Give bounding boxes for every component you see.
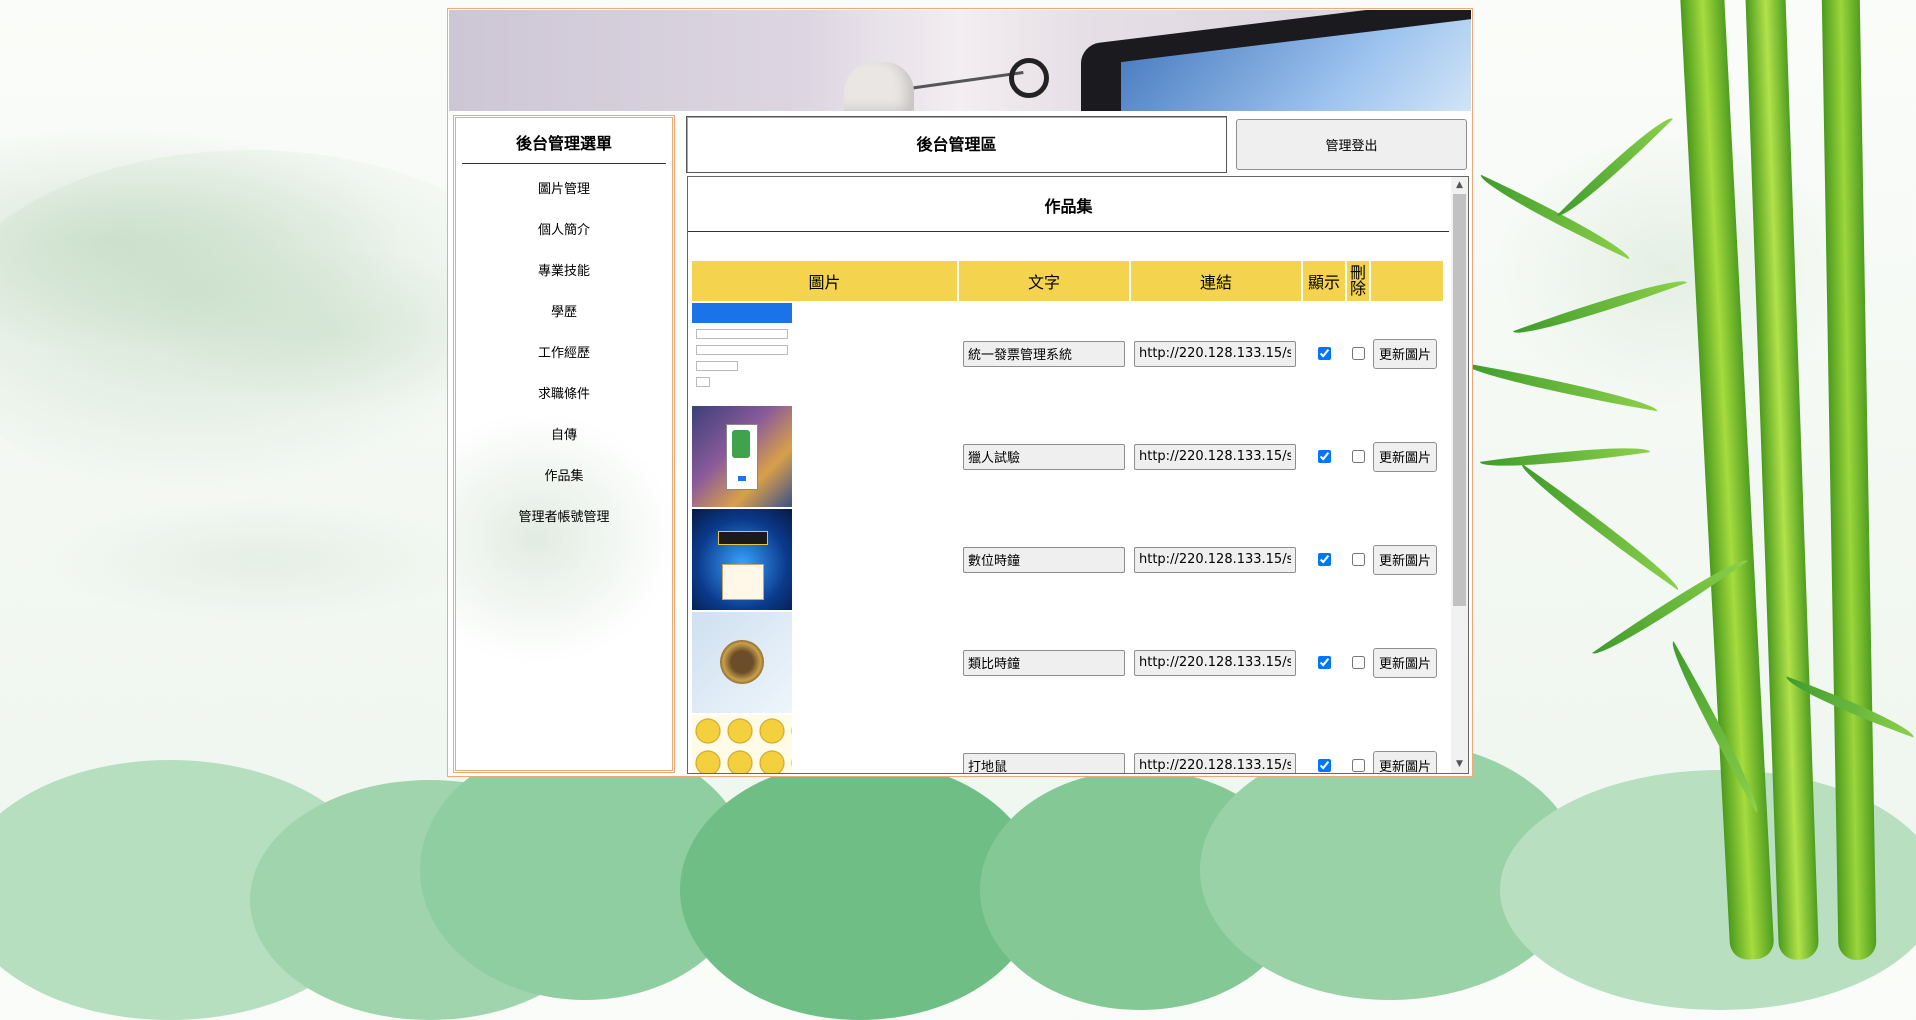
table-row: 更新圖片 [692, 406, 1443, 507]
image-cell [692, 406, 957, 507]
sidebar-item-profile[interactable]: 個人簡介 [456, 210, 672, 251]
column-header-image: 圖片 [692, 261, 957, 301]
text-cell [959, 406, 1129, 507]
image-cell [692, 509, 957, 610]
analog-clock-screenshot-icon [692, 612, 792, 713]
show-cell [1303, 509, 1345, 610]
link-cell [1131, 715, 1301, 773]
work-link-input[interactable] [1134, 752, 1296, 773]
image-cell [692, 303, 957, 404]
sidebar-title: 後台管理選單 [462, 126, 666, 164]
content-panel: 作品集 圖片 文字 連結 顯示 刪除 統一發票管理系統 http://220.1… [687, 176, 1469, 774]
section-title: 作品集 [688, 177, 1449, 232]
sidebar-item-education[interactable]: 學歷 [456, 292, 672, 333]
column-header-delete: 刪除 [1347, 261, 1369, 301]
text-cell [959, 303, 1129, 404]
delete-cell [1347, 715, 1369, 773]
invoice-form-screenshot-icon [692, 303, 792, 404]
delete-checkbox[interactable] [1351, 450, 1365, 463]
scroll-down-arrow-icon[interactable]: ▼ [1451, 756, 1468, 773]
header-banner-image [449, 10, 1471, 111]
show-cell [1303, 715, 1345, 773]
admin-area-title: 後台管理區 [686, 116, 1227, 173]
work-link-input[interactable] [1134, 443, 1296, 470]
sidebar-item-image-management[interactable]: 圖片管理 [456, 169, 672, 210]
show-checkbox[interactable] [1317, 553, 1331, 566]
link-cell [1131, 612, 1301, 713]
update-image-button[interactable]: 更新圖片 [1373, 338, 1437, 369]
work-text-input[interactable] [963, 443, 1125, 470]
action-cell: 更新圖片 [1371, 715, 1443, 773]
work-text-input[interactable] [963, 649, 1125, 676]
work-text-input[interactable] [963, 752, 1125, 773]
show-cell [1303, 612, 1345, 713]
vertical-scrollbar[interactable]: ▲ ▼ [1451, 177, 1468, 773]
table-row: 更新圖片 [692, 303, 1443, 404]
column-header-link: 連結 [1131, 261, 1301, 301]
lamp-clamp-illustration [1009, 58, 1049, 98]
scrollbar-thumb[interactable] [1453, 194, 1466, 606]
show-checkbox[interactable] [1317, 759, 1331, 772]
delete-cell [1347, 509, 1369, 610]
column-header-action [1371, 261, 1443, 301]
sidebar-item-work-experience[interactable]: 工作經歷 [456, 333, 672, 374]
show-checkbox[interactable] [1317, 450, 1331, 463]
image-cell [692, 715, 957, 773]
logout-button[interactable]: 管理登出 [1236, 119, 1467, 170]
text-cell [959, 509, 1129, 610]
main-frame: 後台管理選單 圖片管理 個人簡介 專業技能 學歷 工作經歷 求職條件 自傳 作品… [447, 8, 1473, 777]
sidebar-item-job-conditions[interactable]: 求職條件 [456, 374, 672, 415]
sidebar-item-skills[interactable]: 專業技能 [456, 251, 672, 292]
bamboo-leaf [1514, 463, 1686, 591]
action-cell: 更新圖片 [1371, 612, 1443, 713]
work-text-input[interactable] [963, 546, 1125, 573]
update-image-button[interactable]: 更新圖片 [1373, 544, 1437, 575]
delete-cell [1347, 303, 1369, 404]
scroll-up-arrow-icon[interactable]: ▲ [1451, 177, 1468, 194]
delete-checkbox[interactable] [1351, 347, 1365, 360]
update-image-button[interactable]: 更新圖片 [1373, 441, 1437, 472]
table-row: 更新圖片 [692, 715, 1443, 773]
delete-checkbox[interactable] [1351, 656, 1365, 669]
work-text-input[interactable] [963, 340, 1125, 367]
work-link-input[interactable] [1134, 546, 1296, 573]
text-cell [959, 612, 1129, 713]
hunter-game-screenshot-icon [692, 406, 792, 507]
delete-cell [1347, 612, 1369, 713]
portfolio-table: 圖片 文字 連結 顯示 刪除 統一發票管理系統 http://220.128.1… [690, 259, 1445, 773]
table-row: 更新圖片 [692, 509, 1443, 610]
work-link-input[interactable] [1134, 340, 1296, 367]
delete-cell [1347, 406, 1369, 507]
sidebar-item-autobiography[interactable]: 自傳 [456, 415, 672, 456]
sidebar-item-admin-accounts[interactable]: 管理者帳號管理 [456, 497, 672, 538]
text-cell [959, 715, 1129, 773]
link-cell [1131, 303, 1301, 404]
update-image-button[interactable]: 更新圖片 [1373, 750, 1437, 773]
show-cell [1303, 406, 1345, 507]
action-cell: 更新圖片 [1371, 509, 1443, 610]
delete-checkbox[interactable] [1351, 759, 1365, 772]
lamp-illustration [844, 62, 914, 111]
digital-clock-screenshot-icon [692, 509, 792, 610]
work-link-input[interactable] [1134, 649, 1296, 676]
delete-checkbox[interactable] [1351, 553, 1365, 566]
action-cell: 更新圖片 [1371, 303, 1443, 404]
link-cell [1131, 509, 1301, 610]
table-header-row: 圖片 文字 連結 顯示 刪除 [692, 261, 1443, 301]
update-image-button[interactable]: 更新圖片 [1373, 647, 1437, 678]
sidebar-item-portfolio[interactable]: 作品集 [456, 456, 672, 497]
action-cell: 更新圖片 [1371, 406, 1443, 507]
sidebar-menu: 後台管理選單 圖片管理 個人簡介 專業技能 學歷 工作經歷 求職條件 自傳 作品… [453, 115, 675, 773]
link-cell [1131, 406, 1301, 507]
show-checkbox[interactable] [1317, 347, 1331, 360]
column-header-show: 顯示 [1303, 261, 1345, 301]
background-mountain-mist [1480, 120, 1860, 420]
column-header-text: 文字 [959, 261, 1129, 301]
bamboo-leaf [1479, 438, 1651, 476]
image-cell [692, 612, 957, 713]
show-checkbox[interactable] [1317, 656, 1331, 669]
table-row: 更新圖片 [692, 612, 1443, 713]
show-cell [1303, 303, 1345, 404]
whack-a-mole-screenshot-icon [692, 715, 792, 773]
